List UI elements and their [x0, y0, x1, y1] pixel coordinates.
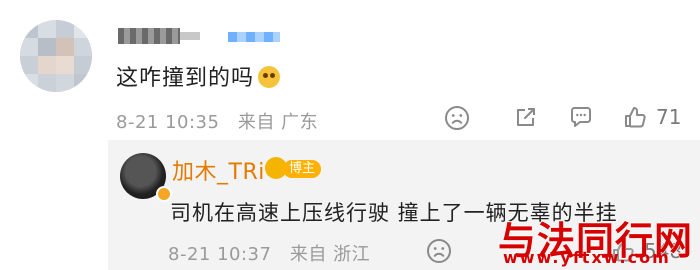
comment-time: 8-21 10:35: [116, 112, 220, 133]
share-icon: [517, 108, 535, 126]
blurred-user-badge: [228, 32, 280, 42]
like-button[interactable]: 71: [622, 104, 681, 130]
reply-dislike-button[interactable]: [426, 238, 452, 264]
comment-meta: 8-21 10:35 来自 广东: [116, 108, 318, 134]
blurred-username-suffix: [180, 32, 200, 40]
comment-icon: [571, 107, 591, 127]
reply-meta: 8-21 10:37 来自 浙江: [168, 240, 370, 266]
share-button[interactable]: [513, 104, 539, 130]
reply-author-name[interactable]: 加木_TRi: [172, 154, 265, 186]
reply-time: 8-21 10:37: [168, 244, 272, 265]
comment-text: 这咋撞到的吗: [116, 60, 281, 92]
blurred-username[interactable]: [118, 28, 180, 44]
comment-location: 来自 广东: [237, 112, 319, 133]
dislike-button[interactable]: [444, 105, 470, 131]
watermark-url: www.yftxw.com: [503, 248, 671, 267]
comment-text-content: 这咋撞到的吗: [116, 66, 255, 91]
reply-location: 来自 浙江: [289, 244, 371, 265]
thumbs-up-icon: [625, 107, 646, 128]
like-count: 71: [656, 105, 682, 129]
comment-button[interactable]: [568, 104, 594, 130]
role-tag: 博主: [283, 160, 322, 178]
sad-face-icon: [445, 106, 469, 130]
avatar[interactable]: [20, 20, 92, 92]
sad-face-icon: [427, 239, 451, 263]
crying-laughing-emoji-icon: [258, 66, 281, 88]
